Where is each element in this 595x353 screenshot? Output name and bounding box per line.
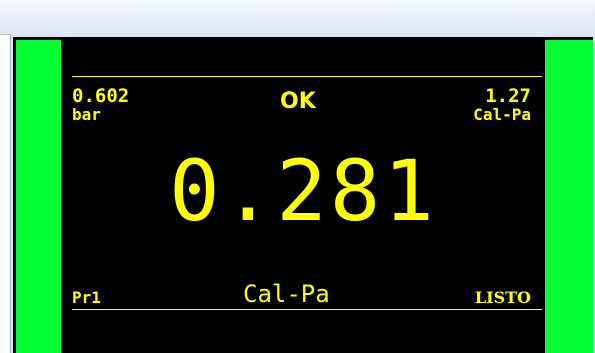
top-divider <box>72 76 542 77</box>
bottom-divider <box>72 309 542 310</box>
status-label: OK <box>280 89 316 114</box>
main-reading-value: 0.281 <box>169 142 437 240</box>
application-window: 0.602 bar OK 1.27 Cal-Pa 0.281 Cal-Pa Pr… <box>0 0 595 353</box>
ready-status-label: LISTO <box>474 288 531 307</box>
pressure-display-panel: 0.602 bar OK 1.27 Cal-Pa 0.281 Cal-Pa Pr… <box>13 37 593 353</box>
program-label: Pr1 <box>72 288 101 307</box>
main-reading-unit: Cal-Pa <box>243 280 330 308</box>
window-title-bar[interactable] <box>0 0 595 35</box>
right-reading-value: 1.27 <box>485 85 531 107</box>
left-reading-value: 0.602 <box>72 85 130 107</box>
right-reading-unit: Cal-Pa <box>473 105 531 124</box>
left-reading-unit: bar <box>72 105 101 124</box>
